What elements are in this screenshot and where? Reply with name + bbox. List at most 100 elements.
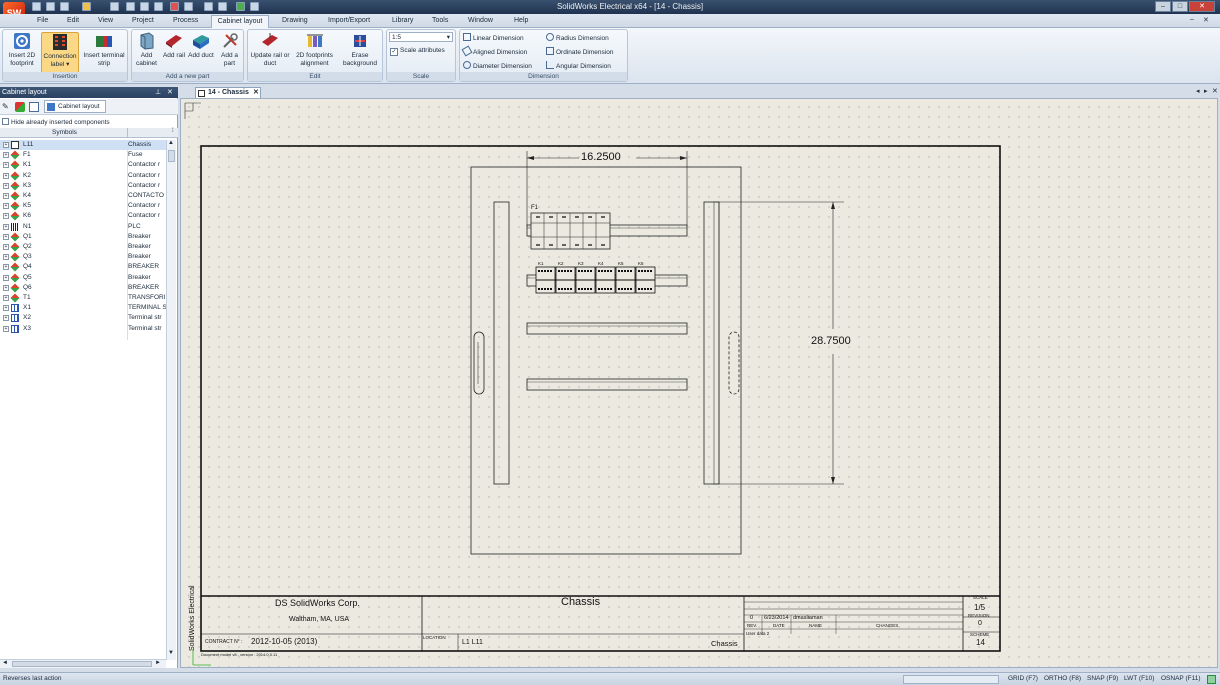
- connection-label-button[interactable]: Connection label ▾: [41, 32, 79, 73]
- expand-icon[interactable]: +: [3, 254, 9, 261]
- expand-icon[interactable]: +: [3, 295, 9, 301]
- tab-process[interactable]: Process: [170, 15, 201, 28]
- rail-4[interactable]: [526, 378, 688, 391]
- expand-icon[interactable]: +: [3, 223, 9, 230]
- redo-icon[interactable]: [110, 2, 119, 11]
- tab-view[interactable]: View: [95, 15, 116, 28]
- tree-vertical-scrollbar[interactable]: ▲ ▼: [166, 140, 176, 660]
- expand-icon[interactable]: +: [3, 244, 9, 250]
- tab-import-export[interactable]: Import/Export: [325, 15, 373, 28]
- new-icon[interactable]: [32, 2, 41, 11]
- tree-item[interactable]: + Q1 Breaker: [0, 232, 166, 242]
- expand-icon[interactable]: +: [3, 142, 9, 148]
- document-tab-chassis[interactable]: 14 - Chassis ✕: [195, 87, 261, 98]
- footprints-alignment-button[interactable]: 2D footprints alignment: [292, 32, 337, 68]
- aligned-dimension-button[interactable]: Aligned Dimension: [461, 45, 527, 57]
- tree-item[interactable]: + Q2 Breaker: [0, 242, 166, 252]
- tab-tools[interactable]: Tools: [429, 15, 451, 28]
- ribbon-minimize-icon[interactable]: –: [1190, 16, 1194, 23]
- insert-terminal-strip-button[interactable]: Insert terminal strip: [81, 32, 127, 68]
- tab-help[interactable]: Help: [511, 15, 531, 28]
- snap-toggle[interactable]: SNAP (F9): [1087, 673, 1118, 685]
- rail-3[interactable]: [526, 322, 688, 335]
- expand-icon[interactable]: +: [3, 162, 9, 169]
- zoom-icon[interactable]: [204, 2, 213, 11]
- scroll-up-icon[interactable]: ▲: [168, 140, 174, 146]
- expand-icon[interactable]: +: [3, 325, 9, 332]
- cut-icon[interactable]: [126, 2, 135, 11]
- expand-icon[interactable]: +: [3, 284, 9, 291]
- tree-item[interactable]: + T1 TRANSFORI: [0, 293, 166, 303]
- pin-icon[interactable]: ⊥: [155, 87, 161, 98]
- left-handle[interactable]: [473, 331, 485, 395]
- undo-icon[interactable]: [82, 2, 91, 11]
- tree-horizontal-scrollbar[interactable]: ◄ ►: [0, 659, 166, 668]
- scroll-left-icon[interactable]: ◄: [2, 660, 8, 666]
- tree-item[interactable]: + Q4 BREAKER: [0, 262, 166, 272]
- tree-item[interactable]: + K6 Contactor r: [0, 211, 166, 221]
- linear-dimension-button[interactable]: Linear Dimension: [463, 33, 524, 43]
- open-icon[interactable]: [46, 2, 55, 11]
- diameter-dimension-button[interactable]: Diameter Dimension: [463, 61, 532, 71]
- expand-icon[interactable]: +: [3, 152, 9, 159]
- insert-2d-footprint-button[interactable]: Insert 2D footprint: [5, 32, 39, 68]
- add-cabinet-button[interactable]: Add cabinet: [133, 32, 160, 68]
- expand-icon[interactable]: +: [3, 203, 9, 210]
- expand-icon[interactable]: +: [3, 315, 9, 322]
- tree-item[interactable]: + N1 PLC: [0, 222, 166, 232]
- hide-inserted-checkbox[interactable]: Hide already inserted components: [0, 117, 178, 128]
- paste-icon[interactable]: [154, 2, 163, 11]
- dimension-vertical-value[interactable]: 28.7500: [811, 335, 851, 347]
- tab-edit[interactable]: Edit: [64, 15, 82, 28]
- print-icon[interactable]: [184, 2, 193, 11]
- play-icon[interactable]: [236, 2, 245, 11]
- pan-icon[interactable]: [218, 2, 227, 11]
- right-duct[interactable]: [703, 201, 720, 485]
- tree-item[interactable]: + Q5 Breaker: [0, 273, 166, 283]
- tree-item[interactable]: + Q3 Breaker: [0, 252, 166, 262]
- grid-toggle[interactable]: GRID (F7): [1008, 673, 1038, 685]
- lwt-toggle[interactable]: LWT (F10): [1124, 673, 1154, 685]
- delete-icon[interactable]: [170, 2, 179, 11]
- update-rail-button[interactable]: Update rail or duct: [249, 32, 291, 68]
- scroll-thumb[interactable]: [168, 150, 175, 162]
- angular-dimension-button[interactable]: Angular Dimension: [546, 61, 611, 71]
- cabinet-layout-tab[interactable]: Cabinet layout: [44, 100, 106, 113]
- tab-library[interactable]: Library: [389, 15, 416, 28]
- expand-icon[interactable]: +: [3, 193, 9, 199]
- contactor-block[interactable]: [535, 266, 656, 294]
- scroll-down-icon[interactable]: ▼: [168, 650, 174, 656]
- expand-icon[interactable]: +: [3, 172, 9, 179]
- close-icon[interactable]: ✕: [167, 87, 173, 98]
- drawing-canvas[interactable]: 16.2500 28.7500 F1 K1 K2 K3 K4 K5 K6 Sol…: [180, 98, 1218, 668]
- tree-root[interactable]: + L11 Chassis: [0, 140, 166, 151]
- pencil-icon[interactable]: ✎: [2, 102, 12, 112]
- expand-icon[interactable]: +: [3, 264, 9, 271]
- tab-project[interactable]: Project: [129, 15, 157, 28]
- radius-dimension-button[interactable]: Radius Dimension: [546, 33, 609, 43]
- tab-window[interactable]: Window: [465, 15, 496, 28]
- tree-item[interactable]: + X1 TERMINAL S: [0, 303, 166, 313]
- ortho-toggle[interactable]: ORTHO (F8): [1044, 673, 1081, 685]
- expand-icon[interactable]: +: [3, 213, 9, 220]
- copy-icon[interactable]: [140, 2, 149, 11]
- tree-item[interactable]: + K3 Contactor r: [0, 181, 166, 191]
- tab-close-icon[interactable]: ✕: [253, 88, 259, 98]
- tree-item[interactable]: + K2 Contactor r: [0, 171, 166, 181]
- component-icon[interactable]: [15, 102, 25, 112]
- fuse-f1[interactable]: [530, 212, 611, 250]
- expand-icon[interactable]: +: [3, 274, 9, 281]
- left-duct[interactable]: [493, 201, 510, 485]
- tab-scroll-right-icon[interactable]: ▸: [1204, 87, 1208, 95]
- add-rail-button[interactable]: Add rail: [161, 32, 187, 60]
- hscroll-thumb[interactable]: [12, 661, 152, 667]
- expand-icon[interactable]: +: [3, 305, 9, 312]
- help-icon[interactable]: [250, 2, 259, 11]
- settings-icon[interactable]: [1207, 675, 1216, 684]
- ribbon-close-icon[interactable]: ✕: [1203, 16, 1209, 24]
- document-close-icon[interactable]: ✕: [1212, 87, 1218, 95]
- erase-background-button[interactable]: Erase background: [338, 32, 382, 68]
- maximize-button[interactable]: □: [1172, 1, 1188, 12]
- dimension-horizontal-value[interactable]: 16.2500: [581, 151, 621, 163]
- expand-icon[interactable]: +: [3, 233, 9, 240]
